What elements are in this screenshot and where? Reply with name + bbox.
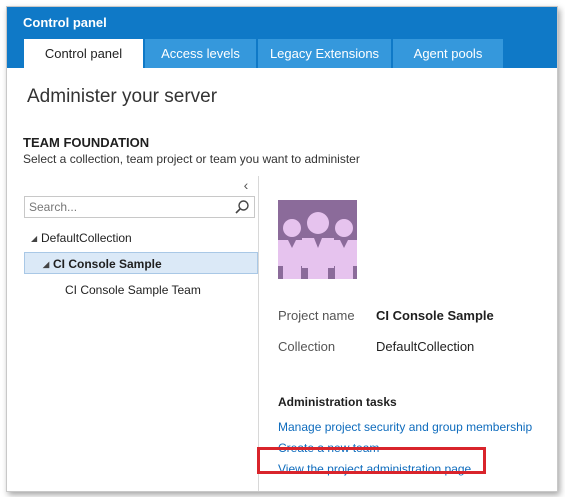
expand-caret-icon[interactable]: ◢	[31, 228, 41, 250]
search-box	[24, 196, 255, 218]
expand-caret-icon[interactable]: ◢	[43, 254, 53, 276]
tree-item-ci-console-sample-team[interactable]: CI Console Sample Team	[65, 279, 255, 301]
tree-item-default-collection[interactable]: ◢ DefaultCollection	[31, 227, 251, 249]
chevron-left-icon[interactable]: ‹	[240, 178, 252, 192]
manage-security-link[interactable]: Manage project security and group member…	[278, 420, 532, 434]
highlight-annotation	[257, 447, 486, 474]
collection-value: DefaultCollection	[376, 339, 475, 354]
tree-item-label: DefaultCollection	[41, 231, 132, 245]
header-bar: Control panel Control panel Access level…	[7, 7, 557, 68]
administration-tasks-title: Administration tasks	[278, 395, 397, 409]
tree-pane: ‹ ◢DefaultCollection ◢CI Console Sample …	[7, 176, 259, 491]
collection-row: Collection DefaultCollection	[278, 339, 474, 354]
project-details-pane: Project name CI Console Sample Collection…	[259, 176, 557, 491]
section-title: TEAM FOUNDATION	[23, 135, 150, 150]
main-content: Administer your server TEAM FOUNDATION S…	[7, 68, 557, 491]
project-name-row: Project name CI Console Sample	[278, 308, 494, 323]
tree-item-ci-console-sample[interactable]: ◢ CI Console Sample	[24, 252, 258, 274]
tab-bar: Control panel Access levels Legacy Exten…	[24, 39, 505, 68]
control-panel-window: Control panel Control panel Access level…	[6, 6, 558, 492]
team-icon	[278, 212, 357, 279]
search-input[interactable]	[25, 197, 233, 217]
section-description: Select a collection, team project or tea…	[23, 152, 360, 166]
tab-control-panel[interactable]: Control panel	[24, 39, 143, 68]
page-title: Administer your server	[27, 86, 218, 107]
tab-access-levels[interactable]: Access levels	[145, 39, 256, 68]
project-avatar	[278, 200, 357, 279]
project-name-label: Project name	[278, 308, 355, 323]
tab-agent-pools[interactable]: Agent pools	[393, 39, 503, 68]
collection-label: Collection	[278, 339, 336, 354]
project-name-value: CI Console Sample	[376, 308, 494, 323]
search-icon[interactable]	[234, 199, 250, 215]
tree-item-label: CI Console Sample Team	[65, 283, 201, 297]
tree-item-label: CI Console Sample	[53, 257, 162, 271]
tab-legacy-extensions[interactable]: Legacy Extensions	[258, 39, 391, 68]
app-title: Control panel	[23, 15, 107, 30]
